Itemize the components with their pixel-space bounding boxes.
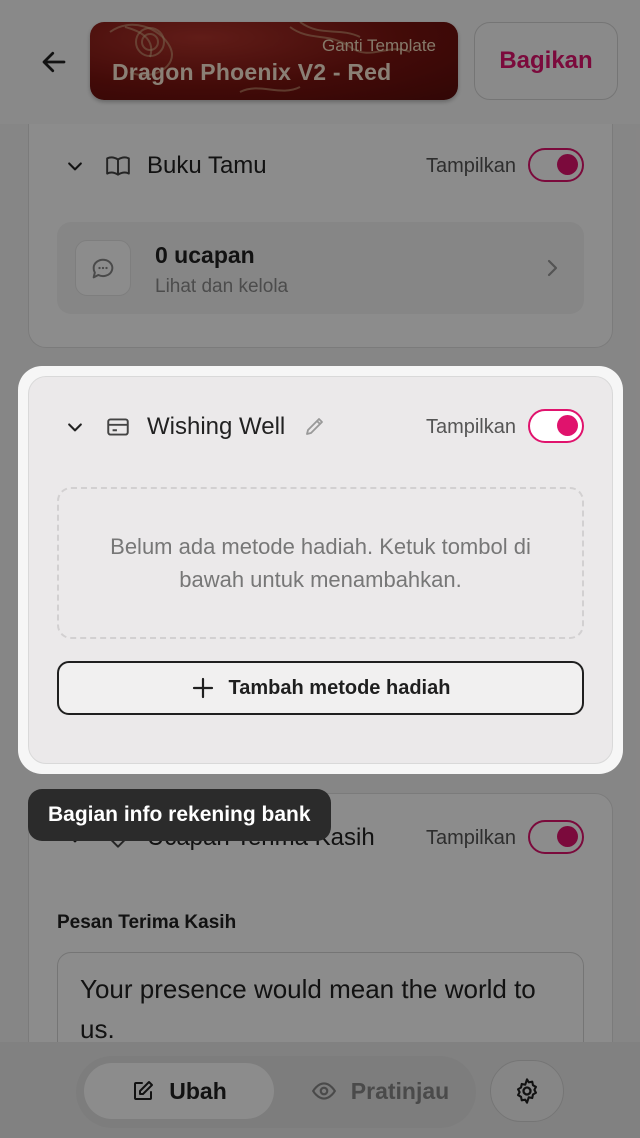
credit-card-icon	[107, 418, 129, 436]
wishing-well-header[interactable]: Wishing Well Tampilkan	[29, 407, 612, 447]
empty-state: Belum ada metode hadiah. Ketuk tombol di…	[57, 487, 584, 639]
chevron-down-icon[interactable]	[65, 417, 85, 437]
section-title: Wishing Well	[147, 413, 286, 440]
add-gift-method-label: Tambah metode hadiah	[228, 676, 451, 699]
wishing-well-card: Wishing Well Tampilkan Belum ada metode …	[28, 376, 613, 764]
plus-icon	[192, 677, 213, 699]
add-gift-method-button[interactable]: Tambah metode hadiah	[57, 661, 584, 715]
wishing-well-highlight: Wishing Well Tampilkan Belum ada metode …	[18, 366, 623, 774]
show-label: Tampilkan	[425, 416, 516, 438]
pencil-icon[interactable]	[303, 414, 327, 438]
tooltip: Bagian info rekening bank	[28, 789, 331, 841]
show-toggle[interactable]	[528, 409, 584, 443]
